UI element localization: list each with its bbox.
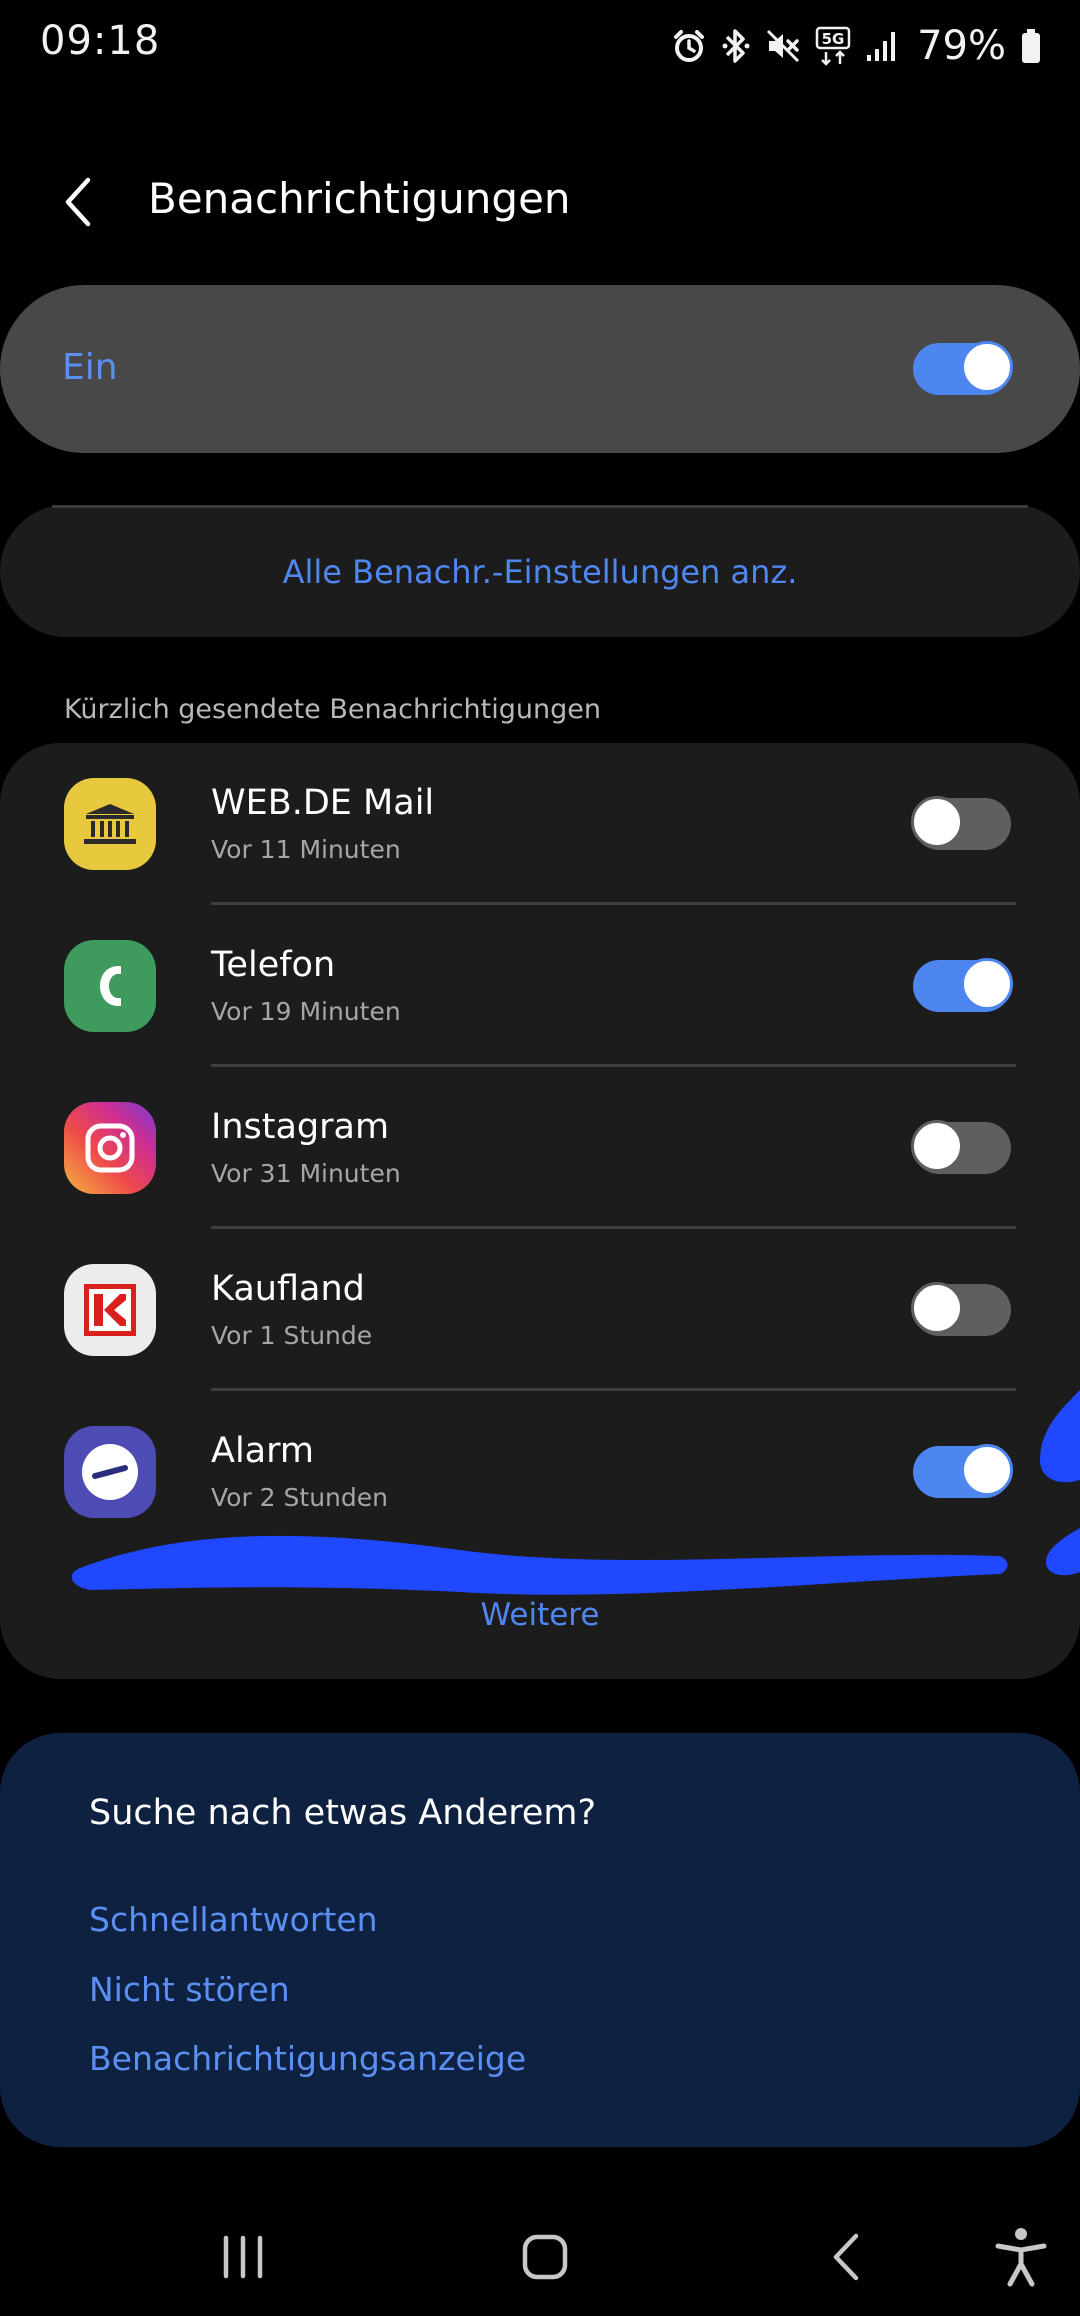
app-name: Instagram <box>211 1107 390 1147</box>
divider <box>52 505 1028 508</box>
help-link-do-not-disturb[interactable]: Nicht stören <box>89 1970 290 2009</box>
toggle-alarm[interactable] <box>913 1444 1013 1498</box>
help-link-notification-display[interactable]: Benachrichtigungsanzeige <box>89 2039 526 2078</box>
bluetooth-icon <box>721 26 751 66</box>
help-card: Suche nach etwas Anderem? Schnellantwort… <box>0 1733 1080 2147</box>
all-settings-link[interactable]: Alle Benachr.-Einstellungen anz. <box>0 553 1080 591</box>
back-button[interactable] <box>52 172 112 232</box>
status-bar: 09:18 5G 79% <box>0 0 1080 92</box>
battery-percentage: 79% <box>917 23 1006 69</box>
all-settings-card[interactable]: Alle Benachr.-Einstellungen anz. <box>0 505 1080 637</box>
more-link[interactable]: Weitere <box>0 1597 1080 1633</box>
app-row-kaufland[interactable]: Kaufland Vor 1 Stunde <box>0 1229 1080 1391</box>
accessibility-button[interactable] <box>986 2222 1056 2292</box>
page-title: Benachrichtigungen <box>148 174 571 223</box>
mute-icon <box>765 28 801 64</box>
app-name: Alarm <box>211 1431 314 1471</box>
app-time: Vor 2 Stunden <box>211 1483 388 1512</box>
help-link-quick-replies[interactable]: Schnellantworten <box>89 1900 378 1939</box>
app-name: Kaufland <box>211 1269 365 1309</box>
app-name: WEB.DE Mail <box>211 783 435 823</box>
webde-mail-icon <box>64 778 156 870</box>
app-row-telefon[interactable]: Telefon Vor 19 Minuten <box>0 905 1080 1067</box>
home-icon <box>522 2234 568 2280</box>
alarm-clock-icon <box>671 28 707 64</box>
app-name: Telefon <box>211 945 336 985</box>
notifications-screen: 09:18 5G 79% Benachrichtigungen Ein Alle… <box>0 0 1080 2316</box>
network-5g-icon: 5G <box>815 26 851 66</box>
signal-icon <box>865 29 899 63</box>
recent-apps-button[interactable] <box>208 2222 278 2292</box>
toggle-kaufland[interactable] <box>911 1282 1011 1336</box>
instagram-icon <box>64 1102 156 1194</box>
help-title: Suche nach etwas Anderem? <box>89 1793 597 1833</box>
navigation-bar <box>0 2200 1080 2316</box>
kaufland-icon <box>64 1264 156 1356</box>
back-nav-button[interactable] <box>812 2222 882 2292</box>
back-nav-icon <box>833 2233 859 2281</box>
app-time: Vor 11 Minuten <box>211 835 401 864</box>
master-toggle[interactable] <box>913 341 1013 395</box>
master-toggle-card[interactable]: Ein <box>0 285 1080 453</box>
toggle-telefon[interactable] <box>913 958 1013 1012</box>
app-time: Vor 31 Minuten <box>211 1159 401 1188</box>
master-toggle-label: Ein <box>62 347 118 388</box>
header: Benachrichtigungen <box>0 150 1080 260</box>
recent-apps-card: WEB.DE Mail Vor 11 Minuten Telefon Vor 1… <box>0 743 1080 1679</box>
app-row-webde-mail[interactable]: WEB.DE Mail Vor 11 Minuten <box>0 743 1080 905</box>
app-time: Vor 19 Minuten <box>211 997 401 1026</box>
status-icons: 5G 79% <box>671 20 1042 72</box>
recent-apps-icon <box>223 2235 263 2279</box>
toggle-webde-mail[interactable] <box>911 796 1011 850</box>
toggle-instagram[interactable] <box>911 1120 1011 1174</box>
app-time: Vor 1 Stunde <box>211 1321 373 1350</box>
app-row-instagram[interactable]: Instagram Vor 31 Minuten <box>0 1067 1080 1229</box>
phone-icon <box>64 940 156 1032</box>
section-label-recent: Kürzlich gesendete Benachrichtigungen <box>64 694 601 725</box>
app-row-alarm[interactable]: Alarm Vor 2 Stunden <box>0 1391 1080 1553</box>
alarm-icon <box>64 1426 156 1518</box>
home-button[interactable] <box>510 2222 580 2292</box>
accessibility-icon <box>995 2228 1047 2287</box>
battery-icon <box>1020 28 1042 64</box>
network-label: 5G <box>822 30 845 48</box>
status-time: 09:18 <box>40 18 161 64</box>
back-arrow-icon <box>65 177 91 227</box>
